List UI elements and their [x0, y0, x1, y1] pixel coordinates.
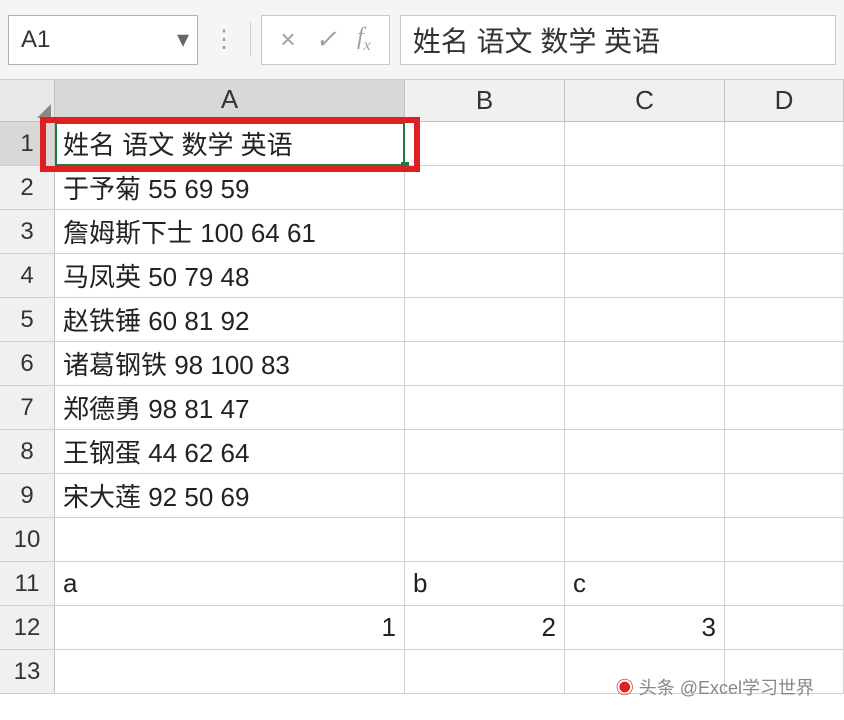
- cell-B10[interactable]: [405, 518, 565, 561]
- table-row: 5赵铁锤 60 81 92: [0, 298, 844, 342]
- column-header-row: A B C D: [0, 80, 844, 122]
- table-row: 12123: [0, 606, 844, 650]
- row-header[interactable]: 2: [0, 166, 55, 209]
- cell-D8[interactable]: [725, 430, 844, 473]
- table-row: 10: [0, 518, 844, 562]
- row-header[interactable]: 8: [0, 430, 55, 473]
- separator: [250, 22, 251, 57]
- cell-D5[interactable]: [725, 298, 844, 341]
- table-row: 7郑德勇 98 81 47: [0, 386, 844, 430]
- cell-A6[interactable]: 诸葛钢铁 98 100 83: [55, 342, 405, 385]
- cell-A10[interactable]: [55, 518, 405, 561]
- fill-handle[interactable]: [401, 162, 409, 170]
- cell-A11[interactable]: a: [55, 562, 405, 605]
- cell-D4[interactable]: [725, 254, 844, 297]
- cancel-icon[interactable]: ×: [280, 24, 295, 55]
- row-header[interactable]: 10: [0, 518, 55, 561]
- spreadsheet-grid: A B C D 1姓名 语文 数学 英语2于予菊 55 69 593詹姆斯下士 …: [0, 80, 844, 694]
- cell-C12[interactable]: 3: [565, 606, 725, 649]
- cell-A13[interactable]: [55, 650, 405, 693]
- cell-B9[interactable]: [405, 474, 565, 517]
- row-header[interactable]: 3: [0, 210, 55, 253]
- cell-C2[interactable]: [565, 166, 725, 209]
- cell-D9[interactable]: [725, 474, 844, 517]
- watermark: 头条 @Excel学习世界: [616, 674, 814, 700]
- cell-B5[interactable]: [405, 298, 565, 341]
- row-header[interactable]: 4: [0, 254, 55, 297]
- cell-B8[interactable]: [405, 430, 565, 473]
- table-row: 9宋大莲 92 50 69: [0, 474, 844, 518]
- dropdown-icon[interactable]: ▾: [177, 25, 189, 54]
- table-row: 8王钢蛋 44 62 64: [0, 430, 844, 474]
- cell-C9[interactable]: [565, 474, 725, 517]
- cell-A4[interactable]: 马凤英 50 79 48: [55, 254, 405, 297]
- row-header[interactable]: 13: [0, 650, 55, 693]
- cell-D7[interactable]: [725, 386, 844, 429]
- cell-B4[interactable]: [405, 254, 565, 297]
- cell-C10[interactable]: [565, 518, 725, 561]
- cell-A2[interactable]: 于予菊 55 69 59: [55, 166, 405, 209]
- confirm-icon[interactable]: ✓: [315, 24, 337, 55]
- cell-B6[interactable]: [405, 342, 565, 385]
- cell-D6[interactable]: [725, 342, 844, 385]
- row-header[interactable]: 7: [0, 386, 55, 429]
- formula-input[interactable]: 姓名 语文 数学 英语: [400, 15, 836, 65]
- cell-C11[interactable]: c: [565, 562, 725, 605]
- table-row: 11abc: [0, 562, 844, 606]
- cell-C6[interactable]: [565, 342, 725, 385]
- row-header[interactable]: 12: [0, 606, 55, 649]
- cell-C1[interactable]: [565, 122, 725, 165]
- formula-buttons: × ✓ fx: [261, 15, 390, 65]
- expand-icon[interactable]: ⋮: [208, 25, 240, 54]
- column-header-B[interactable]: B: [405, 80, 565, 121]
- cell-C3[interactable]: [565, 210, 725, 253]
- cell-A12[interactable]: 1: [55, 606, 405, 649]
- cell-D11[interactable]: [725, 562, 844, 605]
- table-row: 3詹姆斯下士 100 64 61: [0, 210, 844, 254]
- cell-C8[interactable]: [565, 430, 725, 473]
- column-header-A[interactable]: A: [55, 80, 405, 121]
- cell-B11[interactable]: b: [405, 562, 565, 605]
- row-header[interactable]: 1: [0, 122, 55, 165]
- cell-D12[interactable]: [725, 606, 844, 649]
- row-header[interactable]: 11: [0, 562, 55, 605]
- cell-D2[interactable]: [725, 166, 844, 209]
- cell-D1[interactable]: [725, 122, 844, 165]
- table-row: 6诸葛钢铁 98 100 83: [0, 342, 844, 386]
- cell-A9[interactable]: 宋大莲 92 50 69: [55, 474, 405, 517]
- cell-B13[interactable]: [405, 650, 565, 693]
- cell-A3[interactable]: 詹姆斯下士 100 64 61: [55, 210, 405, 253]
- cell-C4[interactable]: [565, 254, 725, 297]
- cell-D10[interactable]: [725, 518, 844, 561]
- row-header[interactable]: 5: [0, 298, 55, 341]
- cell-B2[interactable]: [405, 166, 565, 209]
- fx-icon[interactable]: fx: [357, 24, 371, 55]
- formula-bar: A1 ▾ ⋮ × ✓ fx 姓名 语文 数学 英语: [0, 0, 844, 80]
- table-row: 2于予菊 55 69 59: [0, 166, 844, 210]
- cell-A5[interactable]: 赵铁锤 60 81 92: [55, 298, 405, 341]
- cell-D3[interactable]: [725, 210, 844, 253]
- cell-A7[interactable]: 郑德勇 98 81 47: [55, 386, 405, 429]
- table-row: 4马凤英 50 79 48: [0, 254, 844, 298]
- name-box-value: A1: [21, 26, 50, 54]
- cell-B12[interactable]: 2: [405, 606, 565, 649]
- row-header[interactable]: 6: [0, 342, 55, 385]
- cell-B7[interactable]: [405, 386, 565, 429]
- cell-A1[interactable]: 姓名 语文 数学 英语: [55, 122, 405, 165]
- select-all-corner[interactable]: [0, 80, 55, 121]
- cell-C5[interactable]: [565, 298, 725, 341]
- formula-content: 姓名 语文 数学 英语: [413, 20, 660, 60]
- cell-C7[interactable]: [565, 386, 725, 429]
- row-header[interactable]: 9: [0, 474, 55, 517]
- column-header-D[interactable]: D: [725, 80, 844, 121]
- cell-B1[interactable]: [405, 122, 565, 165]
- column-header-C[interactable]: C: [565, 80, 725, 121]
- name-box[interactable]: A1 ▾: [8, 15, 198, 65]
- table-row: 1姓名 语文 数学 英语: [0, 122, 844, 166]
- cell-A8[interactable]: 王钢蛋 44 62 64: [55, 430, 405, 473]
- cell-B3[interactable]: [405, 210, 565, 253]
